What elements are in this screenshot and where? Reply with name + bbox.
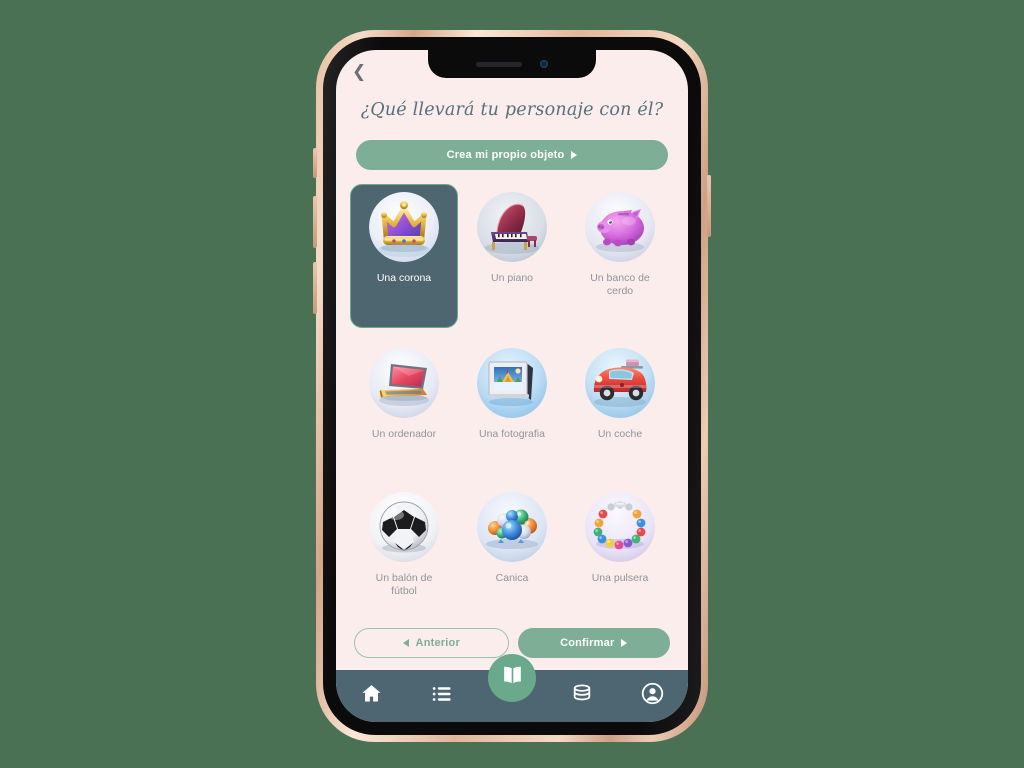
object-label: Canica <box>495 571 529 584</box>
marbles-icon <box>477 491 547 562</box>
object-card-crown[interactable]: Una corona <box>350 184 458 329</box>
soccer-ball-icon <box>369 491 439 562</box>
back-chevron-icon[interactable]: ❮ <box>352 64 366 81</box>
triangle-left-icon <box>402 639 409 647</box>
create-own-object-label: Crea mi propio objeto <box>446 149 565 161</box>
object-card-marble[interactable]: Canica <box>458 484 566 628</box>
nav-database[interactable] <box>559 676 605 716</box>
earpiece-speaker <box>476 61 522 67</box>
list-icon <box>431 683 453 710</box>
triangle-right-icon <box>621 639 628 647</box>
object-card-computer[interactable]: Un ordenador <box>350 340 458 471</box>
object-label: Un ordenador <box>371 428 437 441</box>
book-icon <box>500 663 525 693</box>
object-card-piggy-bank[interactable]: Un banco de cerdo <box>566 184 674 328</box>
home-icon <box>360 682 383 710</box>
object-card-photograph[interactable]: Una fotografia <box>458 340 566 471</box>
object-card-soccer-ball[interactable]: Un balón de fútbol <box>350 484 458 628</box>
phone-volume-up-button <box>313 196 317 248</box>
car-icon <box>585 348 655 419</box>
triangle-right-icon <box>571 151 578 159</box>
piano-icon <box>477 192 547 262</box>
previous-button[interactable]: Anterior <box>354 628 509 658</box>
object-label: Un piano <box>490 272 534 284</box>
nav-list[interactable] <box>419 676 465 716</box>
object-card-car[interactable]: Un coche <box>566 340 674 471</box>
create-own-object-button[interactable]: Crea mi propio objeto <box>356 140 668 170</box>
nav-home[interactable] <box>348 676 394 716</box>
object-label: Una pulsera <box>591 571 649 584</box>
piggy-bank-icon <box>585 192 655 262</box>
photo-frame-icon <box>477 348 547 419</box>
phone-volume-down-button <box>313 262 317 314</box>
front-camera-icon <box>540 60 548 68</box>
phone-notch <box>428 50 596 78</box>
nav-account[interactable] <box>630 676 676 716</box>
bottom-navigation-bar <box>336 654 688 722</box>
phone-mute-switch <box>313 148 317 178</box>
object-card-bracelet[interactable]: Una pulsera <box>566 484 674 628</box>
object-card-piano[interactable]: Un piano <box>458 184 566 328</box>
object-label: Una fotografia <box>479 428 545 441</box>
object-grid: Una corona Un piano Un banco de cerdo Un… <box>350 184 674 628</box>
object-label: Un banco de cerdo <box>590 272 650 298</box>
account-icon <box>641 682 664 710</box>
bracelet-icon <box>585 491 655 562</box>
object-label: Una corona <box>376 272 432 284</box>
database-icon <box>571 683 593 710</box>
app-screen: ❮ ¿Qué llevará tu personaje con él? Crea… <box>336 50 688 722</box>
crown-icon <box>369 192 439 262</box>
confirm-label: Confirmar <box>560 637 615 649</box>
confirm-button[interactable]: Confirmar <box>517 628 670 658</box>
nav-book-button[interactable] <box>488 654 536 702</box>
phone-power-button <box>707 175 711 237</box>
previous-label: Anterior <box>415 637 460 649</box>
page-title: ¿Qué llevará tu personaje con él? <box>360 100 664 120</box>
laptop-icon <box>369 348 439 419</box>
phone-mockup: ❮ ¿Qué llevará tu personaje con él? Crea… <box>313 30 711 742</box>
object-label: Un coche <box>597 428 643 441</box>
object-label: Un balón de fútbol <box>375 571 433 597</box>
